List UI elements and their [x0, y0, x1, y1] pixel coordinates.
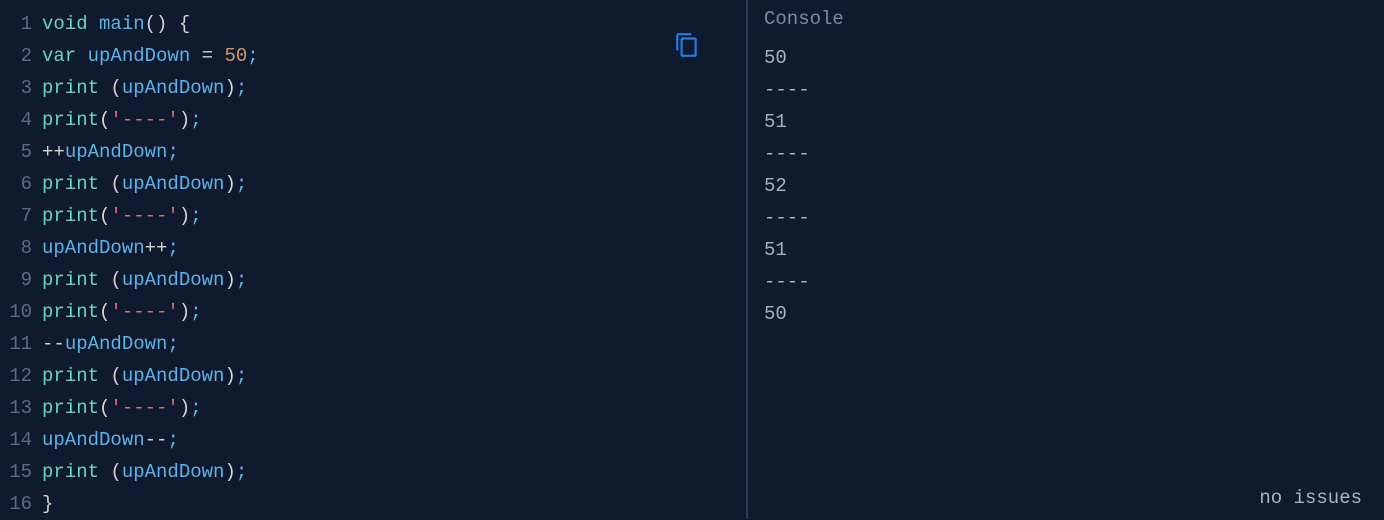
- line-number: 4: [0, 104, 42, 136]
- code-line[interactable]: 3print (upAndDown);: [0, 72, 746, 104]
- line-content[interactable]: print('----');: [42, 392, 202, 424]
- console-output: 50----51----52----51----50: [764, 42, 1368, 330]
- console-line: ----: [764, 74, 1368, 106]
- code-line[interactable]: 2var upAndDown = 50;: [0, 40, 746, 72]
- line-content[interactable]: print('----');: [42, 200, 202, 232]
- console-line: ----: [764, 266, 1368, 298]
- code-line[interactable]: 11--upAndDown;: [0, 328, 746, 360]
- line-number: 9: [0, 264, 42, 296]
- console-title: Console: [764, 8, 1368, 30]
- code-line[interactable]: 12print (upAndDown);: [0, 360, 746, 392]
- code-line[interactable]: 15print (upAndDown);: [0, 456, 746, 488]
- line-number: 14: [0, 424, 42, 456]
- code-line[interactable]: 5++upAndDown;: [0, 136, 746, 168]
- line-content[interactable]: print (upAndDown);: [42, 360, 247, 392]
- status-text: no issues: [1259, 487, 1362, 509]
- line-number: 5: [0, 136, 42, 168]
- line-content[interactable]: print (upAndDown);: [42, 168, 247, 200]
- code-container[interactable]: 1void main() {2var upAndDown = 50;3print…: [0, 8, 746, 520]
- console-line: 50: [764, 42, 1368, 74]
- console-line: 51: [764, 106, 1368, 138]
- console-line: ----: [764, 202, 1368, 234]
- console-line: 52: [764, 170, 1368, 202]
- console-line: 51: [764, 234, 1368, 266]
- line-content[interactable]: void main() {: [42, 8, 190, 40]
- line-number: 11: [0, 328, 42, 360]
- line-number: 10: [0, 296, 42, 328]
- line-content[interactable]: print (upAndDown);: [42, 456, 247, 488]
- line-content[interactable]: ++upAndDown;: [42, 136, 179, 168]
- line-number: 8: [0, 232, 42, 264]
- line-content[interactable]: print (upAndDown);: [42, 72, 247, 104]
- code-line[interactable]: 10print('----');: [0, 296, 746, 328]
- line-number: 7: [0, 200, 42, 232]
- code-line[interactable]: 7print('----');: [0, 200, 746, 232]
- line-number: 12: [0, 360, 42, 392]
- code-line[interactable]: 16}: [0, 488, 746, 520]
- copy-button[interactable]: [674, 32, 700, 63]
- console-pane: Console 50----51----52----51----50 no is…: [748, 0, 1384, 519]
- line-content[interactable]: }: [42, 488, 53, 520]
- line-content[interactable]: --upAndDown;: [42, 328, 179, 360]
- line-number: 13: [0, 392, 42, 424]
- line-content[interactable]: var upAndDown = 50;: [42, 40, 259, 72]
- line-number: 16: [0, 488, 42, 520]
- line-content[interactable]: print('----');: [42, 104, 202, 136]
- line-content[interactable]: upAndDown++;: [42, 232, 179, 264]
- line-number: 6: [0, 168, 42, 200]
- code-line[interactable]: 14upAndDown--;: [0, 424, 746, 456]
- code-line[interactable]: 8upAndDown++;: [0, 232, 746, 264]
- code-line[interactable]: 6print (upAndDown);: [0, 168, 746, 200]
- code-line[interactable]: 9print (upAndDown);: [0, 264, 746, 296]
- line-number: 3: [0, 72, 42, 104]
- line-content[interactable]: upAndDown--;: [42, 424, 179, 456]
- line-number: 1: [0, 8, 42, 40]
- console-line: ----: [764, 138, 1368, 170]
- line-number: 15: [0, 456, 42, 488]
- editor-pane[interactable]: 1void main() {2var upAndDown = 50;3print…: [0, 0, 746, 519]
- line-content[interactable]: print (upAndDown);: [42, 264, 247, 296]
- console-line: 50: [764, 298, 1368, 330]
- line-number: 2: [0, 40, 42, 72]
- code-line[interactable]: 1void main() {: [0, 8, 746, 40]
- copy-icon: [674, 32, 700, 58]
- code-line[interactable]: 13print('----');: [0, 392, 746, 424]
- line-content[interactable]: print('----');: [42, 296, 202, 328]
- code-line[interactable]: 4print('----');: [0, 104, 746, 136]
